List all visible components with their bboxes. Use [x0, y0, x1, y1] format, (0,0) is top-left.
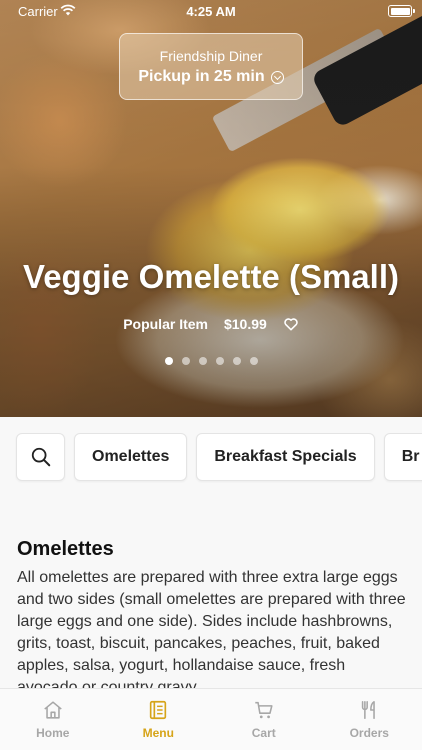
carousel-dot[interactable]: [164, 357, 173, 365]
tab-menu-label: Menu: [142, 726, 174, 740]
carousel-dot[interactable]: [198, 357, 207, 365]
tab-home-label: Home: [36, 726, 70, 740]
restaurant-name: Friendship Diner: [159, 48, 263, 64]
tab-orders-label: Orders: [349, 726, 389, 740]
home-icon: [44, 701, 62, 719]
section-title: Omelettes: [17, 538, 114, 560]
cart-icon: [255, 701, 273, 719]
pickup-selector[interactable]: Friendship Diner Pickup in 25 min: [119, 33, 303, 100]
carousel-dot[interactable]: [181, 357, 190, 365]
hero-image[interactable]: Carrier 4:25 AM Friendship Diner Pickup …: [0, 0, 422, 417]
fork-knife-icon: [362, 700, 376, 720]
tab-cart-label: Cart: [251, 726, 276, 740]
tab-cart[interactable]: Cart: [211, 689, 317, 750]
carousel-page-dots[interactable]: [0, 357, 422, 365]
item-price: $10.99: [223, 316, 267, 332]
menu-icon: [150, 700, 167, 720]
status-time: 4:25 AM: [186, 4, 236, 19]
carousel-dot[interactable]: [232, 357, 241, 365]
status-bar: Carrier 4:25 AM: [0, 0, 422, 24]
heart-icon[interactable]: [283, 316, 299, 332]
tab-menu[interactable]: Menu: [106, 689, 212, 750]
carousel-dot[interactable]: [249, 357, 258, 365]
tab-bar: Home Menu Cart Orders: [0, 688, 422, 750]
carousel-dot[interactable]: [215, 357, 224, 365]
battery-icon: [388, 5, 415, 17]
search-icon: [31, 447, 50, 467]
pickup-time-label: Pickup in 25 min: [138, 68, 265, 85]
tab-orders[interactable]: Orders: [317, 689, 422, 750]
section-description: All omelettes are prepared with three ex…: [17, 569, 406, 696]
featured-item-meta: Popular Item $10.99: [0, 316, 422, 332]
popular-badge: Popular Item: [123, 316, 208, 332]
search-button[interactable]: [16, 433, 65, 481]
category-chip[interactable]: Br: [383, 433, 422, 481]
category-chip[interactable]: Breakfast Specials: [196, 433, 375, 481]
featured-item-title[interactable]: Veggie Omelette (Small): [0, 258, 422, 296]
category-chip[interactable]: Omelettes: [74, 433, 188, 481]
category-bar: Omelettes Breakfast Specials Br: [16, 433, 422, 481]
pickup-time-row: Pickup in 25 min: [120, 68, 302, 86]
chevron-down-circle-icon: [270, 70, 284, 84]
tab-home[interactable]: Home: [0, 689, 106, 750]
menu-screen: Carrier 4:25 AM Friendship Diner Pickup …: [0, 0, 422, 750]
